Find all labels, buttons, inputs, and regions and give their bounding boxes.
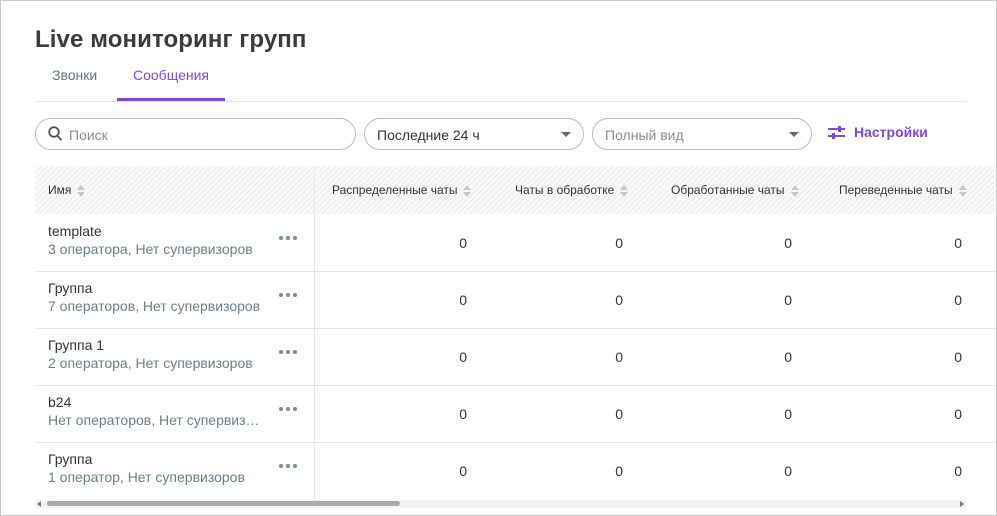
- group-members: 2 оператора, Нет супервизоров: [48, 355, 253, 371]
- period-select[interactable]: Последние 24 ч: [364, 118, 584, 150]
- table-row: b24 Нет операторов, Нет супервизоров 0 0…: [35, 385, 996, 443]
- sort-icon: [958, 184, 967, 198]
- more-options-icon[interactable]: [279, 232, 299, 244]
- transferred-value: 0: [954, 463, 962, 479]
- more-options-icon[interactable]: [279, 403, 299, 415]
- caret-down-icon: [561, 132, 571, 137]
- more-options-icon[interactable]: [279, 346, 299, 358]
- group-members: 3 оператора, Нет супервизоров: [48, 241, 253, 257]
- column-header-in-progress[interactable]: Чаты в обработке: [515, 183, 629, 198]
- distributed-value: 0: [459, 406, 467, 422]
- processed-value: 0: [784, 349, 792, 365]
- distributed-value: 0: [459, 235, 467, 251]
- in-progress-value: 0: [615, 463, 623, 479]
- search-box[interactable]: [35, 118, 356, 150]
- processed-value: 0: [784, 292, 792, 308]
- group-members: 7 операторов, Нет супервизоров: [48, 298, 261, 314]
- transferred-value: 0: [954, 292, 962, 308]
- page-title: Live мониторинг групп: [35, 26, 307, 53]
- search-icon: [48, 126, 62, 141]
- sort-icon: [77, 184, 86, 198]
- processed-value: 0: [784, 235, 792, 251]
- app-window: Live мониторинг групп Звонки Сообщения П…: [0, 0, 997, 516]
- in-progress-value: 0: [615, 235, 623, 251]
- view-select-placeholder: Полный вид: [605, 127, 684, 143]
- group-members: 1 оператор, Нет супервизоров: [48, 469, 245, 485]
- tabs-bar: Звонки Сообщения: [35, 63, 966, 102]
- search-input[interactable]: [67, 124, 341, 146]
- sort-icon: [463, 184, 472, 198]
- caret-down-icon: [789, 132, 799, 137]
- group-name: b24: [48, 394, 72, 410]
- table-header: Имя Распределенные чаты Чаты в обработке…: [35, 166, 996, 214]
- horizontal-scrollbar[interactable]: [35, 500, 966, 508]
- more-options-icon[interactable]: [279, 460, 299, 472]
- table-row: Группа 1 2 оператора, Нет супервизоров 0…: [35, 328, 996, 386]
- sliders-icon: [828, 126, 845, 139]
- processed-value: 0: [784, 463, 792, 479]
- distributed-value: 0: [459, 463, 467, 479]
- distributed-value: 0: [459, 292, 467, 308]
- column-header-processed[interactable]: Обработанные чаты: [671, 183, 799, 198]
- scroll-right-icon[interactable]: [960, 501, 964, 507]
- sort-icon: [790, 184, 799, 198]
- in-progress-value: 0: [615, 349, 623, 365]
- transferred-value: 0: [954, 235, 962, 251]
- settings-label: Настройки: [854, 124, 928, 140]
- group-name: Группа 1: [48, 337, 105, 353]
- in-progress-value: 0: [615, 406, 623, 422]
- scrollbar-thumb[interactable]: [47, 501, 400, 506]
- transferred-value: 0: [954, 406, 962, 422]
- tab-calls[interactable]: Звонки: [52, 67, 97, 101]
- tab-messages[interactable]: Сообщения: [117, 67, 225, 101]
- more-options-icon[interactable]: [279, 289, 299, 301]
- transferred-value: 0: [954, 349, 962, 365]
- groups-table: Имя Распределенные чаты Чаты в обработке…: [35, 166, 996, 499]
- column-header-transferred[interactable]: Переведенные чаты: [839, 183, 967, 198]
- group-name: Группа: [48, 451, 93, 467]
- column-divider: [314, 166, 315, 499]
- table-row: template 3 оператора, Нет супервизоров 0…: [35, 214, 996, 272]
- distributed-value: 0: [459, 349, 467, 365]
- in-progress-value: 0: [615, 292, 623, 308]
- column-header-distributed[interactable]: Распределенные чаты: [332, 183, 472, 198]
- group-name: Группа: [48, 280, 93, 296]
- column-header-name[interactable]: Имя: [48, 183, 86, 198]
- sort-icon: [620, 184, 629, 198]
- table-row: Группа 7 операторов, Нет супервизоров 0 …: [35, 271, 996, 329]
- group-members: Нет операторов, Нет супервизоров: [48, 412, 263, 428]
- group-name: template: [48, 223, 102, 239]
- period-select-value: Последние 24 ч: [377, 127, 480, 143]
- table-row: Группа 1 оператор, Нет супервизоров 0 0 …: [35, 442, 996, 499]
- processed-value: 0: [784, 406, 792, 422]
- view-select[interactable]: Полный вид: [592, 118, 812, 150]
- scroll-left-icon[interactable]: [37, 501, 41, 507]
